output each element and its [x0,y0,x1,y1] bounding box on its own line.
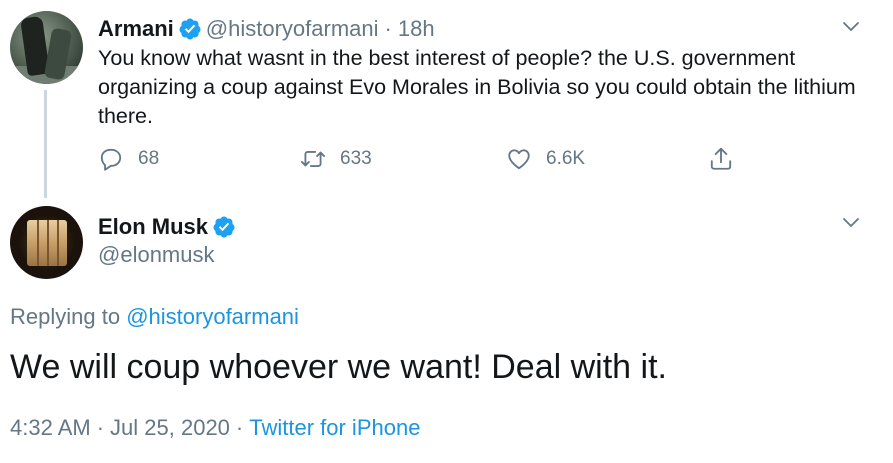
parent-tweet-header: Armani @historyofarmani · 18h [98,14,435,44]
meta-separator: · [96,415,105,440]
avatar-armani[interactable] [10,11,83,84]
avatar-elonmusk[interactable] [10,206,83,279]
tweet-time[interactable]: 4:32 AM [10,415,91,440]
parent-timestamp[interactable]: 18h [398,16,435,42]
main-display-name[interactable]: Elon Musk [98,214,208,240]
retweet-icon [301,151,325,167]
main-tweet-text: We will coup whoever we want! Deal with … [10,348,667,386]
reply-button[interactable]: 68 [98,146,159,172]
like-button[interactable]: 6.6K [506,146,585,172]
reply-count: 68 [138,148,160,169]
main-handle[interactable]: @elonmusk [98,242,215,268]
header-separator: · [384,16,392,41]
verified-badge-icon [179,18,201,40]
tweet-date[interactable]: Jul 25, 2020 [110,415,230,440]
share-icon [710,147,732,170]
parent-tweet-actions: 68 633 6.6K [98,146,858,176]
replying-mention-link[interactable]: @historyofarmani [126,304,299,329]
share-button[interactable] [708,146,748,172]
retweet-count: 633 [340,148,372,169]
parent-handle[interactable]: @historyofarmani [206,16,379,42]
like-count: 6.6K [546,148,586,169]
tweet-metadata: 4:32 AM · Jul 25, 2020 · Twitter for iPhone [10,415,420,441]
parent-display-name[interactable]: Armani [98,16,174,42]
meta-separator: · [235,415,244,440]
replying-to-line: Replying to @historyofarmani [10,304,299,330]
thread-connector-line [44,90,47,198]
replying-prefix: Replying to [10,304,121,329]
chevron-down-icon[interactable] [841,17,861,37]
parent-tweet-text: You know what wasnt in the best interest… [98,46,856,128]
tweet-source-link[interactable]: Twitter for iPhone [249,415,420,440]
retweet-button[interactable]: 633 [300,146,372,172]
verified-badge-icon [213,216,235,238]
heart-icon [508,149,530,170]
tweet-thread: Armani @historyofarmani · 18h You know w… [0,0,893,463]
chevron-down-icon[interactable] [841,213,861,233]
main-tweet-author: Elon Musk [98,212,236,242]
reply-icon [100,148,122,171]
